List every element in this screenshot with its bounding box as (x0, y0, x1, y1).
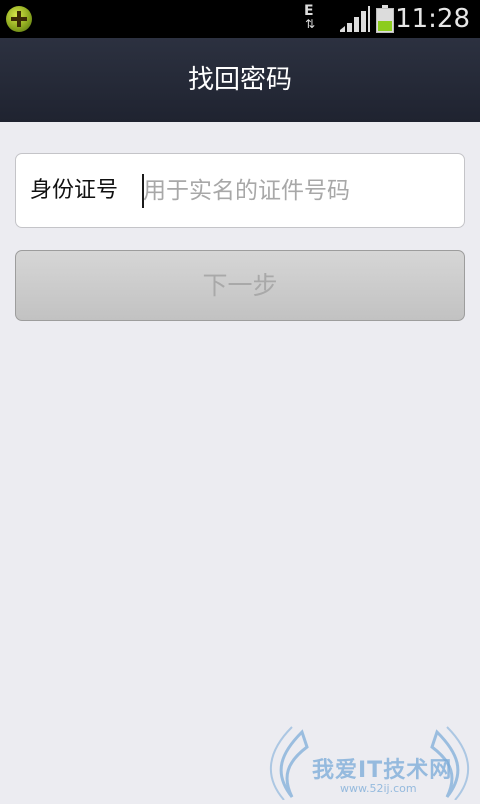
next-step-button[interactable]: 下一步 (15, 250, 465, 321)
app-notification-icon[interactable] (6, 6, 32, 32)
id-number-input[interactable] (141, 166, 453, 216)
watermark-url: www.52ij.com (340, 782, 417, 795)
watermark-text: 我爱IT技术网 (312, 758, 453, 783)
text-cursor (142, 174, 144, 208)
network-e-icon: E (304, 3, 314, 19)
battery-icon (376, 5, 394, 33)
title-bar: 找回密码 (0, 38, 480, 122)
signal-icon (340, 6, 370, 32)
network-activity-icon: ⇅ (305, 17, 316, 31)
battery-fill (378, 21, 392, 31)
site-watermark: 我爱IT技术网 www.52ij.com (262, 722, 477, 801)
id-number-label: 身份证号 (30, 178, 119, 203)
page-title: 找回密码 (187, 65, 292, 95)
id-number-field[interactable]: 身份证号 (15, 153, 465, 228)
clock: 11:28 (395, 4, 470, 34)
status-bar: E ⇅ 11:28 (0, 0, 480, 38)
